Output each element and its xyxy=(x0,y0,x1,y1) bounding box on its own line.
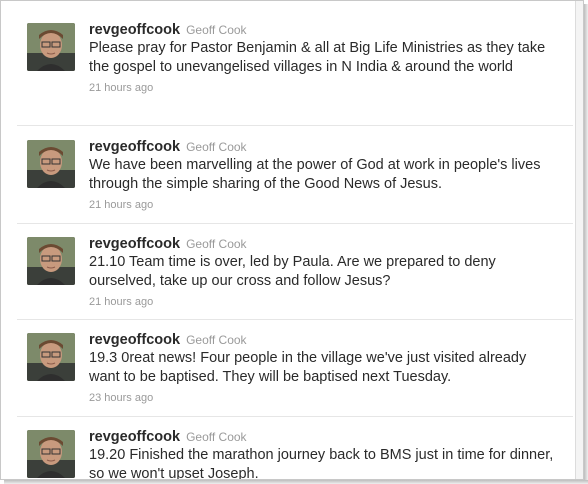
tweet-timestamp[interactable]: 23 hours ago xyxy=(89,391,559,405)
user-photo-icon xyxy=(27,333,75,381)
tweet-content: revgeoffcook Geoff Cook 19.3 0reat news! … xyxy=(89,331,559,405)
tweet-header: revgeoffcook Geoff Cook xyxy=(89,235,559,253)
tweet-timestamp[interactable]: 21 hours ago xyxy=(89,198,559,212)
tweet-header: revgeoffcook Geoff Cook xyxy=(89,21,559,39)
tweet-text: 19.3 0reat news! Four people in the vill… xyxy=(89,350,527,385)
avatar[interactable] xyxy=(27,237,75,285)
tweet-content: revgeoffcook Geoff Cook 19.20 Finished th… xyxy=(89,428,559,480)
tweet-text: Please pray for Pastor Benjamin & all at… xyxy=(89,40,546,75)
window-shadow xyxy=(584,4,588,484)
screen-name-link[interactable]: revgeoffcook xyxy=(89,139,180,155)
tweet-timestamp[interactable]: 21 hours ago xyxy=(89,295,559,309)
screen-name-link[interactable]: revgeoffcook xyxy=(89,332,180,348)
full-name: Geoff Cook xyxy=(186,430,247,444)
tweet-text: 19.20 Finished the marathon journey back… xyxy=(89,447,554,480)
full-name: Geoff Cook xyxy=(186,140,247,154)
tweet-text: We have been marvelling at the power of … xyxy=(89,157,541,192)
tweet-item: revgeoffcook Geoff Cook Please pray for P… xyxy=(17,9,573,126)
tweet-header: revgeoffcook Geoff Cook xyxy=(89,331,559,349)
full-name: Geoff Cook xyxy=(186,237,247,251)
user-photo-icon xyxy=(27,237,75,285)
user-photo-icon xyxy=(27,430,75,478)
avatar[interactable] xyxy=(27,333,75,381)
scrollbar[interactable] xyxy=(575,1,583,479)
tweet-timeline-window: revgeoffcook Geoff Cook Please pray for P… xyxy=(0,0,584,480)
window-shadow xyxy=(4,480,588,484)
tweet-text: 21.10 Team time is over, led by Paula. A… xyxy=(89,254,496,289)
tweet-header: revgeoffcook Geoff Cook xyxy=(89,138,559,156)
tweet-content: revgeoffcook Geoff Cook 21.10 Team time i… xyxy=(89,235,559,309)
tweet-header: revgeoffcook Geoff Cook xyxy=(89,428,559,446)
tweet-item: revgeoffcook Geoff Cook We have been marv… xyxy=(17,126,573,224)
screen-name-link[interactable]: revgeoffcook xyxy=(89,22,180,38)
user-photo-icon xyxy=(27,23,75,71)
avatar[interactable] xyxy=(27,23,75,71)
tweet-item: revgeoffcook Geoff Cook 19.3 0reat news! … xyxy=(17,319,573,417)
tweet-item: revgeoffcook Geoff Cook 19.20 Finished th… xyxy=(17,416,573,480)
full-name: Geoff Cook xyxy=(186,333,247,347)
screen-name-link[interactable]: revgeoffcook xyxy=(89,236,180,252)
tweet-content: revgeoffcook Geoff Cook Please pray for P… xyxy=(89,21,559,95)
tweet-item: revgeoffcook Geoff Cook 21.10 Team time i… xyxy=(17,223,573,320)
user-photo-icon xyxy=(27,140,75,188)
avatar[interactable] xyxy=(27,140,75,188)
avatar[interactable] xyxy=(27,430,75,478)
full-name: Geoff Cook xyxy=(186,23,247,37)
tweet-content: revgeoffcook Geoff Cook We have been marv… xyxy=(89,138,559,212)
tweet-timestamp[interactable]: 21 hours ago xyxy=(89,81,559,95)
screen-name-link[interactable]: revgeoffcook xyxy=(89,429,180,445)
